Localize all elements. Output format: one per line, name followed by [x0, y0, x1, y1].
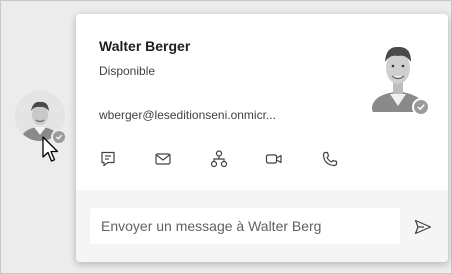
video-call-button[interactable] — [262, 147, 286, 171]
chat-icon — [101, 151, 115, 167]
presence-badge — [412, 98, 430, 116]
mouse-cursor-icon — [42, 136, 59, 162]
teams-window: Walter Berger Disponible wberger@lesedit… — [0, 0, 452, 274]
contact-email[interactable]: wberger@leseditionseni.onmicr... — [99, 108, 276, 122]
org-chart-button[interactable] — [207, 147, 231, 171]
contact-actions — [96, 147, 376, 171]
send-button[interactable] — [413, 217, 433, 237]
org-chart-icon — [210, 150, 228, 168]
phone-icon — [322, 151, 338, 167]
message-input[interactable] — [90, 208, 400, 244]
contact-name[interactable]: Walter Berger — [99, 38, 190, 54]
email-button[interactable] — [151, 147, 175, 171]
presence-status: Disponible — [99, 64, 156, 78]
chat-button[interactable] — [96, 147, 120, 171]
send-icon — [414, 219, 432, 235]
video-call-icon — [265, 154, 282, 164]
contact-card: Walter Berger Disponible wberger@lesedit… — [76, 14, 448, 262]
message-footer — [76, 190, 448, 262]
audio-call-button[interactable] — [318, 147, 342, 171]
mail-icon — [155, 153, 171, 165]
